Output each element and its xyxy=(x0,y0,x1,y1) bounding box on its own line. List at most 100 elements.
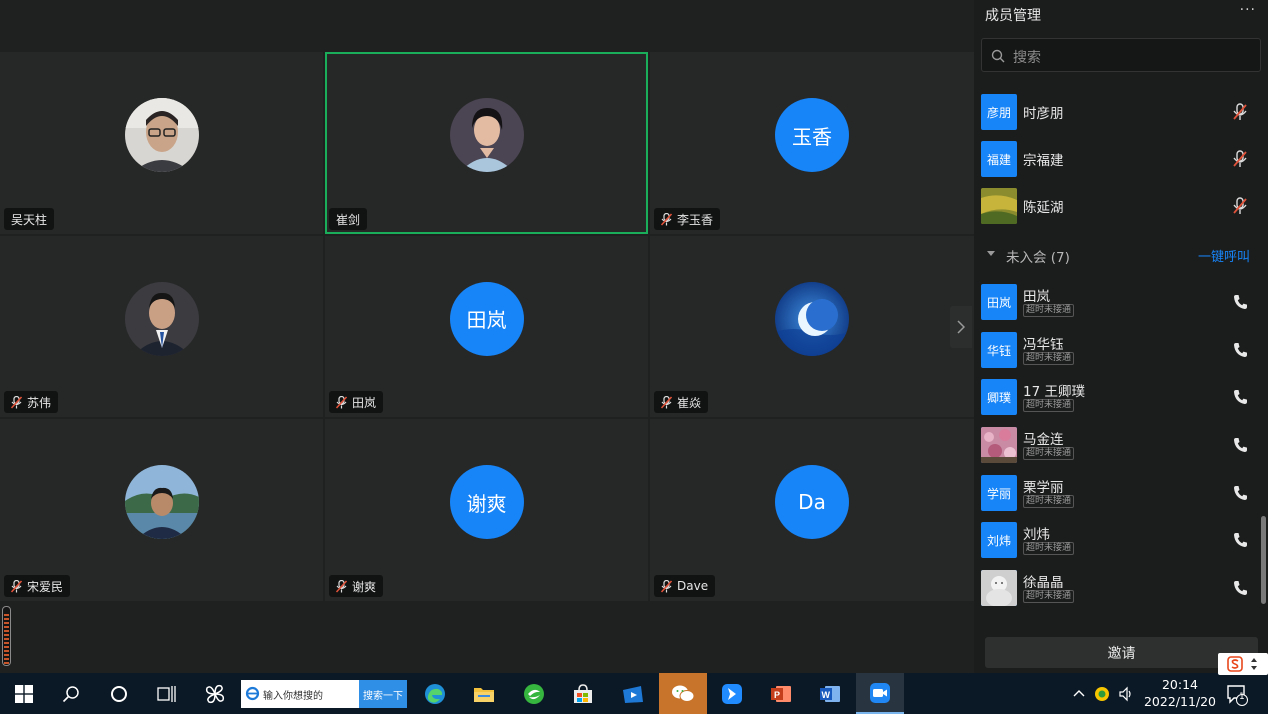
search-button[interactable] xyxy=(47,673,95,714)
collapse-triangle-icon xyxy=(987,251,995,256)
phone-call-icon[interactable] xyxy=(1232,579,1248,597)
participant-name-tag: 吴天柱 xyxy=(4,208,55,230)
phone-call-icon[interactable] xyxy=(1232,436,1248,454)
member-name: 宗福建 xyxy=(1023,153,1064,169)
scrollbar-thumb[interactable] xyxy=(1261,516,1266,604)
participant-name-tag: 苏伟 xyxy=(4,391,59,413)
member-item[interactable]: 卿璞 17 王卿璞 超时未接通 xyxy=(974,373,1268,421)
windows-taskbar: 输入你想搜的 搜索一下 P W 20:14 2022/11/20 1 xyxy=(0,673,1268,714)
not-joined-section-header[interactable]: 未入会 (7) 一键呼叫 xyxy=(974,242,1268,268)
speaker-icon[interactable] xyxy=(1118,686,1134,702)
mic-muted-icon xyxy=(661,395,672,409)
video-tile-9[interactable]: Da Dave xyxy=(650,419,974,601)
mic-muted-icon[interactable] xyxy=(1232,197,1248,215)
participant-photo xyxy=(775,281,849,356)
store-button[interactable] xyxy=(559,673,607,714)
windows-logo-icon xyxy=(15,684,33,703)
call-all-button[interactable]: 一键呼叫 xyxy=(1198,246,1250,265)
phone-call-icon[interactable] xyxy=(1232,531,1248,549)
next-page-button[interactable] xyxy=(950,306,972,348)
video-grid: 吴天柱 崔剑 玉香 李玉香 苏伟 田岚 田岚 崔焱 宋爱民 谢爽 谢爽 Da D… xyxy=(0,0,974,673)
participant-name: Dave xyxy=(677,579,709,593)
participant-photo xyxy=(124,281,199,356)
mic-muted-icon[interactable] xyxy=(1232,103,1248,121)
phone-call-icon[interactable] xyxy=(1232,341,1248,359)
participant-name: 吴天柱 xyxy=(11,212,48,227)
phone-call-icon[interactable] xyxy=(1232,484,1248,502)
video-tile-7[interactable]: 宋爱民 xyxy=(0,419,323,601)
member-item[interactable]: 田岚 田岚 超时未接通 xyxy=(974,278,1268,326)
video-meeting-icon xyxy=(870,682,890,703)
clock[interactable]: 20:14 2022/11/20 xyxy=(1140,676,1220,710)
member-item[interactable]: 福建 宗福建 xyxy=(974,135,1268,183)
meeting-app: 吴天柱 崔剑 玉香 李玉香 苏伟 田岚 田岚 崔焱 宋爱民 谢爽 谢爽 Da D… xyxy=(0,0,1268,714)
member-item[interactable]: 学丽 栗学丽 超时未接通 xyxy=(974,469,1268,517)
phone-call-icon[interactable] xyxy=(1232,388,1248,406)
svg-text:P: P xyxy=(774,690,780,700)
taskbar-search-box[interactable]: 输入你想搜的 搜索一下 xyxy=(241,680,407,708)
member-avatar: 田岚 xyxy=(981,284,1017,320)
browser-360-button[interactable] xyxy=(510,673,558,714)
member-item[interactable]: 陈延湖 xyxy=(974,182,1268,230)
video-tile-1[interactable]: 吴天柱 xyxy=(0,52,323,234)
member-item[interactable]: 刘炜 刘炜 超时未接通 xyxy=(974,516,1268,564)
chevron-up-icon[interactable] xyxy=(1072,687,1086,701)
search-icon xyxy=(991,49,1005,63)
participant-name: 李玉香 xyxy=(677,212,714,227)
video-player-button[interactable] xyxy=(609,673,657,714)
powerpoint-icon: P xyxy=(771,685,791,702)
member-name: 马金连 xyxy=(1023,432,1064,448)
messenger-app-icon xyxy=(722,683,742,704)
task-view-icon xyxy=(157,685,176,702)
app-tray-icon[interactable] xyxy=(1094,686,1110,702)
feishu-button[interactable] xyxy=(708,673,756,714)
powerpoint-button[interactable]: P xyxy=(757,673,805,714)
mic-muted-icon xyxy=(661,579,672,593)
video-tile-3[interactable]: 玉香 李玉香 xyxy=(650,52,974,234)
video-tile-5[interactable]: 田岚 田岚 xyxy=(325,236,648,417)
more-options-button[interactable]: ··· xyxy=(1240,2,1256,18)
member-item[interactable]: 华钰 冯华钰 超时未接通 xyxy=(974,326,1268,374)
meeting-app-button[interactable] xyxy=(856,673,904,714)
input-method-toolbar[interactable] xyxy=(1218,653,1268,675)
member-name: 冯华钰 xyxy=(1023,337,1064,353)
edge-button[interactable] xyxy=(411,673,459,714)
mic-muted-icon[interactable] xyxy=(1232,150,1248,168)
file-explorer-button[interactable] xyxy=(460,673,508,714)
video-tile-4[interactable]: 苏伟 xyxy=(0,236,323,417)
status-badge: 超时未接通 xyxy=(1023,304,1075,317)
notification-center-button[interactable]: 1 xyxy=(1226,684,1248,710)
participant-name-tag: Dave xyxy=(654,575,716,597)
system-tray xyxy=(1070,673,1134,714)
participant-avatar: 田岚 xyxy=(449,281,524,356)
taskbar-search-button[interactable]: 搜索一下 xyxy=(359,680,407,708)
pinwheel-app-button[interactable] xyxy=(191,673,239,714)
participant-name: 苏伟 xyxy=(27,395,52,410)
participant-name-tag: 谢爽 xyxy=(329,575,384,597)
participant-name: 宋爱民 xyxy=(27,579,64,594)
cortana-button[interactable] xyxy=(95,673,143,714)
member-item[interactable]: 彦朋 时彦朋 xyxy=(974,88,1268,136)
word-button[interactable]: W xyxy=(806,673,854,714)
member-photo xyxy=(981,427,1017,463)
video-tile-2[interactable]: 崔剑 xyxy=(325,52,648,234)
member-avatar: 彦朋 xyxy=(981,94,1017,130)
panel-title: 成员管理 xyxy=(985,8,1041,24)
member-list-scrollbar[interactable] xyxy=(1261,86,1266,616)
wechat-button[interactable] xyxy=(659,673,707,714)
member-item[interactable]: 徐晶晶 超时未接通 xyxy=(974,564,1268,612)
video-tile-8[interactable]: 谢爽 谢爽 xyxy=(325,419,648,601)
member-item[interactable]: 马金连 超时未接通 xyxy=(974,421,1268,469)
member-name: 田岚 xyxy=(1023,289,1050,305)
member-name: 陈延湖 xyxy=(1023,200,1064,216)
store-icon xyxy=(574,683,592,703)
member-search-input[interactable]: 搜索 xyxy=(981,38,1261,72)
phone-call-icon[interactable] xyxy=(1232,293,1248,311)
mic-muted-icon xyxy=(336,579,347,593)
member-avatar: 卿璞 xyxy=(981,379,1017,415)
task-view-button[interactable] xyxy=(143,673,191,714)
start-button[interactable] xyxy=(0,673,48,714)
folder-icon xyxy=(474,687,494,702)
video-tile-6[interactable]: 崔焱 xyxy=(650,236,974,417)
notification-count: 1 xyxy=(1239,692,1245,702)
